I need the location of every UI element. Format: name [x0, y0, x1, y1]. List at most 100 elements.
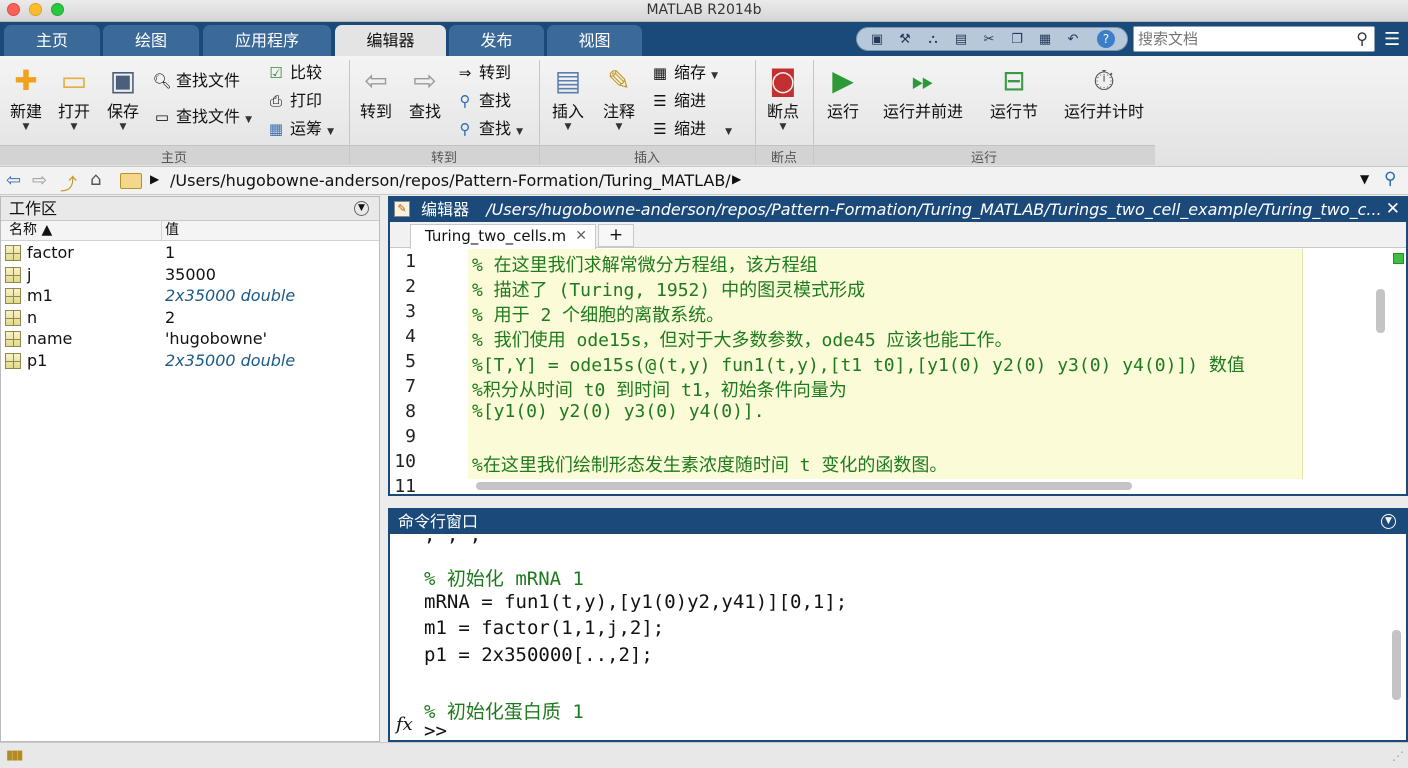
code-line[interactable]: % 用于 2 个细胞的离散系统。: [472, 301, 724, 327]
command-prompt[interactable]: >>: [424, 720, 447, 740]
forward-arrow-icon: ⇨: [413, 64, 437, 97]
variable-name: j: [27, 264, 32, 284]
editor-horizontal-scrollbar[interactable]: [476, 482, 1132, 490]
search-input[interactable]: [1138, 29, 1348, 49]
transport-label: 运筹: [290, 119, 323, 138]
command-line: mRNA = fun1(t,y),[y1(0)y2,y41)][0,1];: [424, 590, 848, 613]
tab-home[interactable]: 主页: [4, 25, 100, 56]
file-tab[interactable]: Turing_two_cells.m ✕: [410, 224, 596, 249]
current-folder-path[interactable]: /Users/hugobowne-anderson/repos/Pattern-…: [170, 171, 731, 190]
find-button[interactable]: ⚲ 查找: [455, 90, 512, 112]
paste-icon[interactable]: ▦: [1037, 32, 1053, 47]
file-tab-close-icon[interactable]: ✕: [575, 225, 587, 247]
run-section-button[interactable]: ⊟ 运行节: [982, 64, 1046, 122]
goto-button[interactable]: ⇒ 转到: [455, 62, 511, 84]
save-doc-icon[interactable]: ▤: [953, 32, 969, 47]
tab-apps[interactable]: 应用程序: [203, 25, 331, 56]
indent-button[interactable]: ▦ 缩存 ▼: [650, 62, 718, 84]
variable-row[interactable]: p1 2x35000 double: [1, 350, 379, 372]
back-icon[interactable]: ⇦: [6, 170, 21, 191]
compare-button[interactable]: ☑ 比较: [266, 62, 322, 84]
code-line[interactable]: %[T,Y] = ode15s(@(t,y) fun1(t,y),[t1 t0]…: [472, 351, 1245, 377]
open-button[interactable]: ▭ 打开 ▼: [54, 64, 94, 132]
find-files-dropdown[interactable]: ▭ 查找文件 ▼: [152, 106, 252, 128]
indent-decrease-icon: ☰: [653, 120, 667, 138]
tab-editor[interactable]: 编辑器: [335, 25, 446, 56]
find-dropdown-button[interactable]: ⚲ 查找 ▼: [455, 118, 524, 140]
save-button[interactable]: ▣ 保存 ▼: [103, 64, 143, 132]
comment-button[interactable]: ✎ 注释 ▼: [599, 64, 639, 132]
new-button[interactable]: ✚ 新建 ▼: [6, 64, 46, 132]
run-advance-button[interactable]: ⏩︎ 运行并前进: [878, 64, 968, 122]
code-line[interactable]: % 我们使用 ode15s，但对于大多数参数，ode45 应该也能工作。: [472, 326, 1013, 352]
layout-icon[interactable]: ▣: [869, 32, 885, 47]
transport-button[interactable]: ▦ 运筹 ▼: [266, 118, 334, 140]
close-window-icon[interactable]: [7, 3, 20, 16]
command-actions-icon[interactable]: ▼: [1381, 514, 1396, 529]
editor-close-icon[interactable]: ✕: [1386, 198, 1400, 221]
copy-icon[interactable]: ❐: [1009, 32, 1025, 47]
home-icon[interactable]: ⌂: [90, 169, 101, 190]
shortcut-icon[interactable]: ⚒: [897, 32, 913, 47]
zoom-window-icon[interactable]: [51, 3, 64, 16]
simulink-icon[interactable]: ⛬: [925, 32, 941, 47]
find-big-button[interactable]: ⇨ 查找: [405, 64, 445, 122]
path-end-chevron-icon[interactable]: ▶: [732, 172, 741, 186]
cut-icon[interactable]: ✂: [981, 32, 997, 47]
column-name-header[interactable]: 名称 ▲: [9, 221, 52, 240]
tab-plots[interactable]: 绘图: [103, 25, 199, 56]
comment-icon: ✎: [607, 64, 631, 97]
minimize-window-icon[interactable]: [29, 3, 42, 16]
search-documentation[interactable]: ⚲: [1133, 26, 1375, 52]
browse-search-icon[interactable]: ⚲: [1384, 169, 1396, 189]
code-line[interactable]: %[y1(0) y2(0) y3(0) y4(0)].: [472, 401, 765, 422]
insert-button[interactable]: ▤ 插入 ▼: [548, 64, 588, 132]
command-line: m1 = factor(1,1,j,2];: [424, 617, 665, 639]
print-button[interactable]: ⎙ 打印: [266, 90, 322, 112]
search-icon[interactable]: ⚲: [1356, 29, 1368, 48]
column-value-header[interactable]: 值: [165, 221, 179, 240]
code-analyzer-ok-icon[interactable]: [1393, 253, 1404, 264]
run-and-time-button[interactable]: ⏱︎ 运行并计时: [1060, 64, 1148, 122]
workspace-title-bar: 工作区 ▼: [1, 197, 379, 221]
indent-decrease-button[interactable]: ☰ 缩进 ▼: [650, 118, 732, 140]
code-line[interactable]: % 在这里我们求解常微分方程组，该方程组: [472, 251, 818, 277]
indent-increase-button[interactable]: ☰ 缩进: [650, 90, 706, 112]
variable-row[interactable]: name 'hugobowne': [1, 328, 379, 350]
tab-publish[interactable]: 发布: [449, 25, 544, 56]
path-dropdown-icon[interactable]: ▼: [1360, 172, 1369, 186]
undo-icon[interactable]: ↶: [1065, 32, 1081, 47]
editor-vertical-scrollbar[interactable]: [1376, 289, 1385, 333]
function-browser-icon[interactable]: fx: [396, 714, 413, 735]
run-button[interactable]: ▶ 运行: [822, 64, 864, 122]
code-line[interactable]: % 描述了 (Turing, 1952) 中的图灵模式形成: [472, 276, 865, 302]
variable-row[interactable]: n2: [1, 307, 379, 329]
goto-big-label: 转到: [359, 102, 392, 121]
menu-icon[interactable]: ☰: [1384, 29, 1400, 50]
line-number: 10: [394, 451, 416, 472]
panel-actions-icon[interactable]: ▼: [354, 201, 369, 216]
goto-big-button[interactable]: ⇦ 转到: [356, 64, 396, 122]
variable-value: 1: [165, 243, 176, 262]
code-line[interactable]: %积分从时间 t0 到时间 t1，初始条件向量为: [472, 376, 847, 402]
tab-view[interactable]: 视图: [547, 25, 642, 56]
up-folder-icon[interactable]: ⤴: [60, 170, 77, 195]
new-tab-button[interactable]: +: [598, 224, 634, 247]
breakpoints-button[interactable]: ◙ 断点 ▼: [763, 64, 803, 132]
variable-row[interactable]: m1 2x35000 double: [1, 285, 379, 307]
command-output[interactable]: , , , % 初始化 mRNA 1 mRNA = fun1(t,y),[y1(0…: [390, 534, 1406, 740]
run-advance-icon: ⏩︎: [911, 64, 935, 97]
code-line[interactable]: %在这里我们绘制形态发生素浓度随时间 t 变化的函数图。: [472, 451, 947, 477]
code-area[interactable]: 1 % 在这里我们求解常微分方程组，该方程组 2 % 描述了 (Turing, 195…: [390, 249, 1406, 494]
run-section-icon: ⊟: [1002, 64, 1026, 97]
status-bar: ▮▮▮ ⋰: [0, 742, 1408, 768]
back-arrow-icon: ⇦: [364, 64, 388, 97]
find-files-button[interactable]: 🔍︎ 查找文件: [152, 70, 240, 92]
variable-row[interactable]: j 35000: [1, 264, 379, 286]
command-scrollbar[interactable]: [1392, 630, 1401, 700]
help-icon[interactable]: ?: [1097, 30, 1115, 48]
resize-grip-icon[interactable]: ⋰: [1392, 749, 1404, 763]
forward-icon[interactable]: ⇨: [32, 170, 47, 191]
variable-row[interactable]: factor 1: [1, 242, 379, 264]
variable-name: factor: [27, 243, 74, 262]
